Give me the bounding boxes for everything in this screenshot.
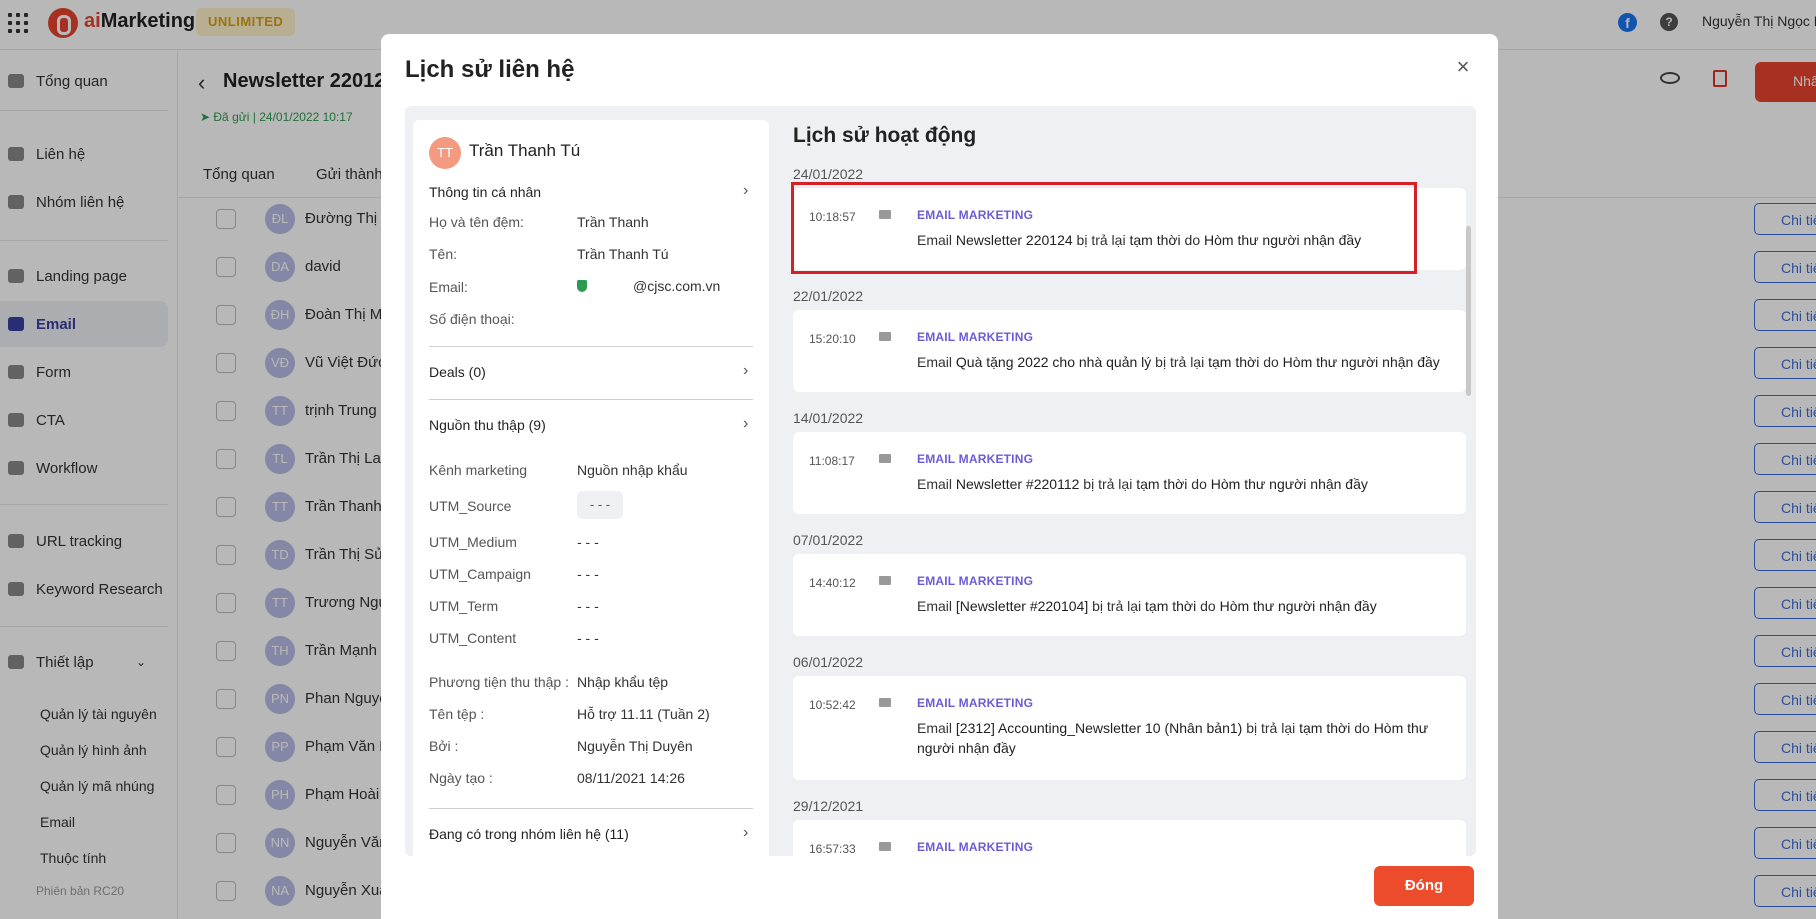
field-value: Trần Thanh xyxy=(577,214,649,230)
field-label: Ngày tạo : xyxy=(429,770,493,786)
activity-date: 22/01/2022 xyxy=(793,288,864,304)
activity-time: 11:08:17 xyxy=(809,454,855,468)
field-value: - - - xyxy=(577,566,599,582)
field-value: Nguyễn Thị Duyên xyxy=(577,738,693,754)
scrollbar[interactable] xyxy=(1466,226,1471,396)
campaign-name[interactable]: [2312] Accounting_Newsletter 10 (Nhân bả… xyxy=(956,720,1242,736)
contact-history-modal: Lịch sử liên hệ × TT Trần Thanh Tú Thông… xyxy=(381,34,1498,919)
field-label: Tên: xyxy=(429,246,458,262)
field-label: UTM_Medium xyxy=(429,534,517,550)
sources-section[interactable]: Nguồn thu thập (9) xyxy=(429,417,546,433)
mail-icon xyxy=(879,842,891,851)
deals-section[interactable]: Deals (0) xyxy=(429,364,486,380)
field-label: Phương tiện thu thập : xyxy=(429,674,569,690)
field-value: 08/11/2021 14:26 xyxy=(577,770,685,786)
activity-description: Email [2312] Accounting_Newsletter 10 (N… xyxy=(917,720,1429,756)
activity-date: 07/01/2022 xyxy=(793,532,864,548)
field-label: UTM_Source xyxy=(429,498,512,514)
close-button[interactable]: Đóng xyxy=(1374,866,1474,906)
field-label: Tên tệp : xyxy=(429,706,485,722)
personal-info-section[interactable]: Thông tin cá nhân xyxy=(429,184,541,200)
campaign-name[interactable]: Newsletter #220112 xyxy=(956,476,1079,492)
activity-description: Email Quà tặng 2022 cho nhà quản lý bị t… xyxy=(917,354,1440,370)
mail-icon xyxy=(879,576,891,585)
field-value: Trần Thanh Tú xyxy=(577,246,669,262)
activity-type: EMAIL MARKETING xyxy=(917,574,1034,588)
activity-type: EMAIL MARKETING xyxy=(917,330,1034,344)
activity-time: 14:40:12 xyxy=(809,576,856,590)
activity-time: 10:52:42 xyxy=(809,698,856,712)
campaign-name[interactable]: Quà tặng 2022 cho nhà quản lý xyxy=(956,354,1151,370)
field-label: UTM_Campaign xyxy=(429,566,531,582)
verified-shield-icon xyxy=(577,280,587,292)
field-label: Họ và tên đệm: xyxy=(429,214,524,230)
field-value: Hỗ trợ 11.11 (Tuần 2) xyxy=(577,706,710,722)
highlight-box xyxy=(791,182,1417,274)
contact-info-panel: TT Trần Thanh Tú Thông tin cá nhân › Họ … xyxy=(413,120,769,856)
activity-card: 15:20:10 EMAIL MARKETING Email Quà tặng 20… xyxy=(793,310,1466,392)
field-value: - - - xyxy=(577,534,599,550)
chevron-up-icon[interactable]: › xyxy=(743,415,748,433)
activity-date: 24/01/2022 xyxy=(793,166,864,182)
close-icon[interactable]: × xyxy=(1451,54,1475,79)
activity-time: 16:57:33 xyxy=(809,842,856,856)
chevron-right-icon[interactable]: › xyxy=(743,362,748,380)
activity-description: Email [Newsletter #220104] bị trả lại tạ… xyxy=(917,598,1377,614)
chevron-right-icon[interactable]: › xyxy=(743,182,748,200)
field-value: Nhập khẩu tệp xyxy=(577,674,669,690)
field-label: Email: xyxy=(429,279,468,295)
field-value: Nguồn nhập khẩu xyxy=(577,462,688,478)
field-label: UTM_Term xyxy=(429,598,499,614)
campaign-name[interactable]: [Newsletter #220104] xyxy=(956,598,1088,614)
activity-card: 10:52:42 EMAIL MARKETING Email [2312] Acco… xyxy=(793,676,1466,780)
field-label: Số điện thoại: xyxy=(429,311,515,327)
field-value: - - - xyxy=(577,630,599,646)
field-label: Bởi : xyxy=(429,738,459,754)
activity-time: 15:20:10 xyxy=(809,332,856,346)
contact-groups-section[interactable]: Đang có trong nhóm liên hệ (11) xyxy=(429,826,629,842)
activity-date: 06/01/2022 xyxy=(793,654,864,670)
mail-icon xyxy=(879,698,891,707)
avatar: TT xyxy=(429,137,461,169)
field-value: - - - xyxy=(577,598,599,614)
field-label: UTM_Content xyxy=(429,630,517,646)
activity-date: 14/01/2022 xyxy=(793,410,864,426)
field-value: - - - xyxy=(577,491,623,519)
activity-card: 16:57:33EMAIL MARKETINGEmail [Newsletter… xyxy=(793,820,1466,856)
activity-card: 14:40:12 EMAIL MARKETING Email [Newsletter… xyxy=(793,554,1466,636)
activity-type: EMAIL MARKETING xyxy=(917,840,1034,854)
modal-title: Lịch sử liên hệ xyxy=(405,56,575,83)
email-value: @cjsc.com.vn xyxy=(577,278,720,294)
field-label: Kênh marketing xyxy=(429,462,528,478)
activity-type: EMAIL MARKETING xyxy=(917,452,1034,466)
activity-title: Lịch sử hoạt động xyxy=(793,124,977,147)
activity-description: Email Newsletter #220112 bị trả lại tạm … xyxy=(917,476,1368,492)
contact-name: Trần Thanh Tú xyxy=(469,141,581,160)
activity-date: 29/12/2021 xyxy=(793,798,864,814)
activity-type: EMAIL MARKETING xyxy=(917,696,1034,710)
activity-card: 11:08:17 EMAIL MARKETING Email Newsletter … xyxy=(793,432,1466,514)
mail-icon xyxy=(879,332,891,341)
chevron-right-icon[interactable]: › xyxy=(743,824,748,842)
mail-icon xyxy=(879,454,891,463)
